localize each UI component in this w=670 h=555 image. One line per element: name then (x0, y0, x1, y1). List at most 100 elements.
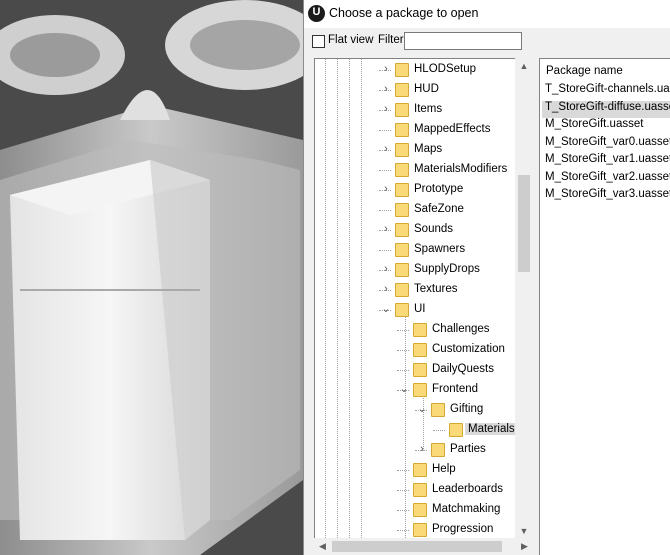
tree-item-label: Customization (432, 343, 505, 355)
flat-view-checkbox[interactable] (312, 35, 325, 48)
horizontal-scroll-thumb[interactable] (332, 541, 502, 552)
folder-tree: › HLODSetup › HUD › Items MappedEffects › Maps Ma… (314, 58, 526, 555)
toolbar: Flat view Filter: (304, 30, 670, 56)
chevron-down-icon[interactable]: ⌄ (399, 384, 409, 395)
tree-item-customization[interactable]: Customization (315, 340, 525, 360)
tree-horizontal-scrollbar[interactable]: ◀ ▶ (314, 538, 533, 555)
tree-item-label: Spawners (414, 243, 466, 255)
scroll-thumb[interactable] (518, 175, 530, 272)
tree-item-items[interactable]: › Items (315, 100, 525, 120)
scroll-up-icon[interactable]: ▲ (515, 58, 533, 75)
folder-icon (395, 63, 409, 77)
tree-item-spawners[interactable]: Spawners (315, 240, 525, 260)
folder-icon (449, 423, 463, 437)
tree-item-matchmaking[interactable]: Matchmaking (315, 500, 525, 520)
folder-icon (431, 443, 445, 457)
tree-connector (379, 210, 391, 211)
tree-connector (397, 510, 409, 511)
package-list: Package name T_StoreGift-channels.uasset… (539, 58, 670, 555)
folder-icon (395, 203, 409, 217)
tree-item-parties[interactable]: › Parties (315, 440, 525, 460)
tree-connector (397, 470, 409, 471)
gift-preview-viewport (0, 0, 303, 555)
tree-connector (397, 490, 409, 491)
tree-item-help[interactable]: Help (315, 460, 525, 480)
tree-item-dailyquests[interactable]: DailyQuests (315, 360, 525, 380)
tree-item-label: Matchmaking (432, 503, 501, 515)
folder-icon (413, 323, 427, 337)
tree-item-label: SupplyDrops (414, 263, 480, 275)
chevron-right-icon[interactable]: › (381, 84, 391, 95)
chevron-right-icon[interactable]: › (381, 184, 391, 195)
tree-connector (397, 530, 409, 531)
tree-vertical-scrollbar[interactable]: ▲ ▼ (515, 58, 533, 540)
chevron-right-icon[interactable]: › (381, 284, 391, 295)
folder-icon (395, 183, 409, 197)
chevron-down-icon[interactable]: ⌄ (417, 404, 427, 415)
tree-item-sounds[interactable]: › Sounds (315, 220, 525, 240)
tree-item-label: HLODSetup (414, 63, 477, 75)
tree-item-leaderboards[interactable]: Leaderboards (315, 480, 525, 500)
tree-item-materials[interactable]: Materials (315, 420, 525, 440)
tree-item-materialsmodifiers[interactable]: MaterialsModifiers (315, 160, 525, 180)
tree-item-label: SafeZone (414, 203, 464, 215)
package-list-item[interactable]: M_StoreGift.uasset (542, 118, 646, 135)
tree-item-label: HUD (414, 83, 439, 95)
chevron-right-icon[interactable]: › (381, 104, 391, 115)
tree-item-progression[interactable]: Progression (315, 520, 525, 540)
tree-item-gifting[interactable]: ⌄ Gifting (315, 400, 525, 420)
folder-icon (413, 463, 427, 477)
filter-input[interactable] (404, 32, 522, 50)
package-list-item[interactable]: M_StoreGift_var0.uasset (542, 136, 670, 153)
tree-item-label: UI (414, 303, 426, 315)
tree-item-hlodsetup[interactable]: › HLODSetup (315, 60, 525, 80)
tree-item-challenges[interactable]: Challenges (315, 320, 525, 340)
folder-icon (413, 483, 427, 497)
package-list-item[interactable]: M_StoreGift_var2.uasset (542, 171, 670, 188)
tree-item-maps[interactable]: › Maps (315, 140, 525, 160)
tree-connector (397, 370, 409, 371)
package-list-item[interactable]: T_StoreGift-diffuse.uasset (542, 100, 670, 118)
chevron-right-icon[interactable]: › (417, 444, 427, 455)
tree-item-label: Challenges (432, 323, 490, 335)
tree-item-label: Maps (414, 143, 443, 155)
chevron-right-icon[interactable]: › (381, 144, 391, 155)
folder-icon (413, 363, 427, 377)
tree-connector (433, 430, 445, 431)
chevron-right-icon[interactable]: › (381, 264, 391, 275)
tree-item-label: Gifting (450, 403, 484, 415)
tree-item-supplydrops[interactable]: › SupplyDrops (315, 260, 525, 280)
chevron-right-icon[interactable]: › (381, 224, 391, 235)
tree-item-label: Frontend (432, 383, 479, 395)
scroll-left-icon[interactable]: ◀ (314, 538, 331, 555)
tree-item-frontend[interactable]: ⌄ Frontend (315, 380, 525, 400)
scroll-right-icon[interactable]: ▶ (516, 538, 533, 555)
package-list-item[interactable]: M_StoreGift_var3.uasset (542, 188, 670, 205)
folder-icon (395, 303, 409, 317)
folder-icon (413, 503, 427, 517)
tree-item-label: Leaderboards (432, 483, 503, 495)
tree-item-label: Sounds (414, 223, 454, 235)
tree-item-hud[interactable]: › HUD (315, 80, 525, 100)
tree-connector (397, 350, 409, 351)
package-list-item[interactable]: T_StoreGift-channels.uasset (542, 83, 670, 100)
folder-icon (395, 123, 409, 137)
folder-icon (395, 163, 409, 177)
chevron-right-icon[interactable]: › (381, 64, 391, 75)
tree-item-label: Items (414, 103, 443, 115)
tree-item-label: Help (432, 463, 456, 475)
folder-icon (431, 403, 445, 417)
tree-connector (379, 170, 391, 171)
tree-item-prototype[interactable]: › Prototype (315, 180, 525, 200)
tree-item-label: Parties (450, 443, 486, 455)
flat-view-label: Flat view (328, 34, 374, 46)
chevron-down-icon[interactable]: ⌄ (381, 304, 391, 315)
tree-item-ui[interactable]: ⌄ UI (315, 300, 525, 320)
tree-item-textures[interactable]: › Textures (315, 280, 525, 300)
package-list-item[interactable]: M_StoreGift_var1.uasset (542, 153, 670, 170)
tree-connector (379, 130, 391, 131)
tree-item-safezone[interactable]: SafeZone (315, 200, 525, 220)
tree-item-mappedeffects[interactable]: MappedEffects (315, 120, 525, 140)
filter-label: Filter: (378, 34, 407, 46)
package-name-column-header[interactable]: Package name (546, 65, 623, 77)
